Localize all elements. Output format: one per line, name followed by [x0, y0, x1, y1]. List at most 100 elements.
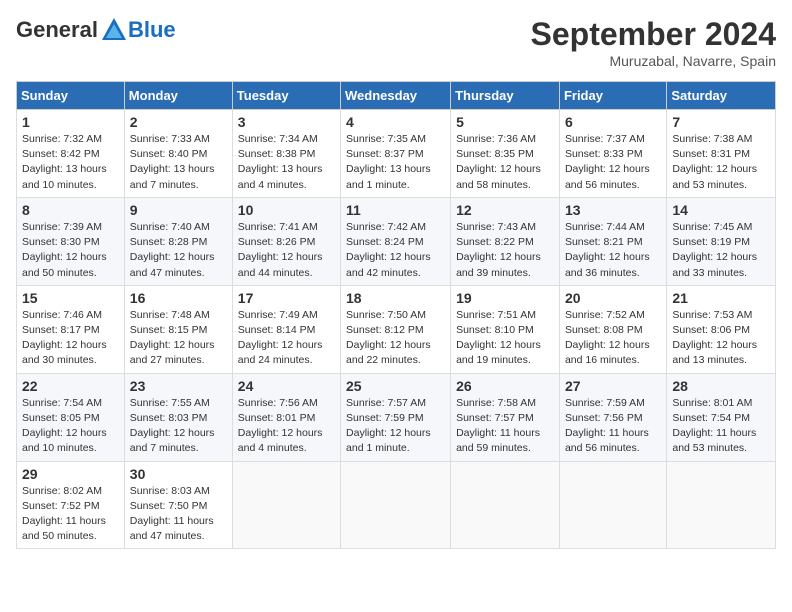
day-number: 1 [22, 114, 119, 130]
table-row [451, 461, 560, 549]
day-detail: Sunrise: 7:53 AMSunset: 8:06 PMDaylight:… [672, 308, 770, 369]
table-row: 24 Sunrise: 7:56 AMSunset: 8:01 PMDayligh… [232, 373, 340, 461]
table-row: 20 Sunrise: 7:52 AMSunset: 8:08 PMDayligh… [559, 285, 666, 373]
table-row: 12 Sunrise: 7:43 AMSunset: 8:22 PMDayligh… [451, 197, 560, 285]
day-number: 10 [238, 202, 335, 218]
calendar-week-4: 22 Sunrise: 7:54 AMSunset: 8:05 PMDayligh… [17, 373, 776, 461]
col-wednesday: Wednesday [341, 82, 451, 110]
day-detail: Sunrise: 7:46 AMSunset: 8:17 PMDaylight:… [22, 308, 119, 369]
day-number: 9 [130, 202, 227, 218]
day-detail: Sunrise: 7:58 AMSunset: 7:57 PMDaylight:… [456, 396, 554, 457]
table-row: 14Sunrise: 7:45 AMSunset: 8:19 PMDayligh… [667, 197, 776, 285]
table-row: 13 Sunrise: 7:44 AMSunset: 8:21 PMDayligh… [559, 197, 666, 285]
day-number: 6 [565, 114, 661, 130]
day-detail: Sunrise: 7:51 AMSunset: 8:10 PMDaylight:… [456, 308, 554, 369]
table-row: 23 Sunrise: 7:55 AMSunset: 8:03 PMDayligh… [124, 373, 232, 461]
day-detail: Sunrise: 7:49 AMSunset: 8:14 PMDaylight:… [238, 308, 335, 369]
logo: General Blue [16, 16, 176, 44]
day-detail: Sunrise: 8:03 AMSunset: 7:50 PMDaylight:… [130, 484, 227, 545]
day-detail: Sunrise: 7:59 AMSunset: 7:56 PMDaylight:… [565, 396, 661, 457]
day-detail: Sunrise: 7:32 AMSunset: 8:42 PMDaylight:… [22, 132, 119, 193]
day-number: 26 [456, 378, 554, 394]
day-detail: Sunrise: 7:48 AMSunset: 8:15 PMDaylight:… [130, 308, 227, 369]
table-row: 4 Sunrise: 7:35 AMSunset: 8:37 PMDaylight… [341, 110, 451, 198]
month-title: September 2024 [531, 16, 776, 53]
day-number: 4 [346, 114, 445, 130]
day-detail: Sunrise: 7:34 AMSunset: 8:38 PMDaylight:… [238, 132, 335, 193]
table-row: 7 Sunrise: 7:38 AMSunset: 8:31 PMDaylight… [667, 110, 776, 198]
table-row: 6 Sunrise: 7:37 AMSunset: 8:33 PMDaylight… [559, 110, 666, 198]
col-monday: Monday [124, 82, 232, 110]
day-number: 20 [565, 290, 661, 306]
day-number: 28 [672, 378, 770, 394]
day-number: 8 [22, 202, 119, 218]
table-row: 11 Sunrise: 7:42 AMSunset: 8:24 PMDayligh… [341, 197, 451, 285]
day-number: 29 [22, 466, 119, 482]
table-row [667, 461, 776, 549]
location-title: Muruzabal, Navarre, Spain [531, 53, 776, 69]
day-detail: Sunrise: 7:45 AMSunset: 8:19 PMDaylight:… [672, 220, 770, 281]
day-detail: Sunrise: 7:55 AMSunset: 8:03 PMDaylight:… [130, 396, 227, 457]
title-block: September 2024 Muruzabal, Navarre, Spain [531, 16, 776, 69]
day-detail: Sunrise: 7:39 AMSunset: 8:30 PMDaylight:… [22, 220, 119, 281]
day-number: 7 [672, 114, 770, 130]
day-number: 11 [346, 202, 445, 218]
day-number: 15 [22, 290, 119, 306]
table-row: 15 Sunrise: 7:46 AMSunset: 8:17 PMDayligh… [17, 285, 125, 373]
calendar-week-3: 15 Sunrise: 7:46 AMSunset: 8:17 PMDayligh… [17, 285, 776, 373]
day-number: 18 [346, 290, 445, 306]
day-detail: Sunrise: 7:37 AMSunset: 8:33 PMDaylight:… [565, 132, 661, 193]
logo-text-blue: Blue [128, 17, 176, 43]
day-number: 12 [456, 202, 554, 218]
calendar-table: Sunday Monday Tuesday Wednesday Thursday… [16, 81, 776, 549]
day-number: 27 [565, 378, 661, 394]
day-detail: Sunrise: 7:38 AMSunset: 8:31 PMDaylight:… [672, 132, 770, 193]
day-number: 17 [238, 290, 335, 306]
day-number: 23 [130, 378, 227, 394]
col-saturday: Saturday [667, 82, 776, 110]
calendar-week-2: 8 Sunrise: 7:39 AMSunset: 8:30 PMDaylight… [17, 197, 776, 285]
page-header: General Blue September 2024 Muruzabal, N… [16, 16, 776, 69]
day-detail: Sunrise: 7:44 AMSunset: 8:21 PMDaylight:… [565, 220, 661, 281]
table-row: 18 Sunrise: 7:50 AMSunset: 8:12 PMDayligh… [341, 285, 451, 373]
day-detail: Sunrise: 7:41 AMSunset: 8:26 PMDaylight:… [238, 220, 335, 281]
day-detail: Sunrise: 7:40 AMSunset: 8:28 PMDaylight:… [130, 220, 227, 281]
day-detail: Sunrise: 7:35 AMSunset: 8:37 PMDaylight:… [346, 132, 445, 193]
table-row: 26 Sunrise: 7:58 AMSunset: 7:57 PMDayligh… [451, 373, 560, 461]
table-row: 25 Sunrise: 7:57 AMSunset: 7:59 PMDayligh… [341, 373, 451, 461]
table-row: 28 Sunrise: 8:01 AMSunset: 7:54 PMDayligh… [667, 373, 776, 461]
table-row: 8 Sunrise: 7:39 AMSunset: 8:30 PMDaylight… [17, 197, 125, 285]
day-number: 25 [346, 378, 445, 394]
day-detail: Sunrise: 7:54 AMSunset: 8:05 PMDaylight:… [22, 396, 119, 457]
table-row: 9 Sunrise: 7:40 AMSunset: 8:28 PMDaylight… [124, 197, 232, 285]
day-number: 21 [672, 290, 770, 306]
day-detail: Sunrise: 7:56 AMSunset: 8:01 PMDaylight:… [238, 396, 335, 457]
calendar-week-5: 29 Sunrise: 8:02 AMSunset: 7:52 PMDayligh… [17, 461, 776, 549]
col-sunday: Sunday [17, 82, 125, 110]
table-row: 27 Sunrise: 7:59 AMSunset: 7:56 PMDayligh… [559, 373, 666, 461]
table-row: 5 Sunrise: 7:36 AMSunset: 8:35 PMDaylight… [451, 110, 560, 198]
table-row: 3Sunrise: 7:34 AMSunset: 8:38 PMDaylight… [232, 110, 340, 198]
day-detail: Sunrise: 7:43 AMSunset: 8:22 PMDaylight:… [456, 220, 554, 281]
day-number: 13 [565, 202, 661, 218]
day-detail: Sunrise: 7:52 AMSunset: 8:08 PMDaylight:… [565, 308, 661, 369]
col-tuesday: Tuesday [232, 82, 340, 110]
day-number: 22 [22, 378, 119, 394]
table-row: 16Sunrise: 7:48 AMSunset: 8:15 PMDayligh… [124, 285, 232, 373]
day-detail: Sunrise: 7:42 AMSunset: 8:24 PMDaylight:… [346, 220, 445, 281]
calendar-header-row: Sunday Monday Tuesday Wednesday Thursday… [17, 82, 776, 110]
table-row: 29 Sunrise: 8:02 AMSunset: 7:52 PMDayligh… [17, 461, 125, 549]
day-detail: Sunrise: 7:36 AMSunset: 8:35 PMDaylight:… [456, 132, 554, 193]
day-number: 24 [238, 378, 335, 394]
day-detail: Sunrise: 8:01 AMSunset: 7:54 PMDaylight:… [672, 396, 770, 457]
day-number: 5 [456, 114, 554, 130]
table-row [232, 461, 340, 549]
table-row: 30Sunrise: 8:03 AMSunset: 7:50 PMDayligh… [124, 461, 232, 549]
table-row: 17 Sunrise: 7:49 AMSunset: 8:14 PMDayligh… [232, 285, 340, 373]
day-detail: Sunrise: 7:50 AMSunset: 8:12 PMDaylight:… [346, 308, 445, 369]
day-detail: Sunrise: 8:02 AMSunset: 7:52 PMDaylight:… [22, 484, 119, 545]
table-row: 22 Sunrise: 7:54 AMSunset: 8:05 PMDayligh… [17, 373, 125, 461]
table-row: 2Sunrise: 7:33 AMSunset: 8:40 PMDaylight… [124, 110, 232, 198]
day-detail: Sunrise: 7:57 AMSunset: 7:59 PMDaylight:… [346, 396, 445, 457]
table-row [341, 461, 451, 549]
